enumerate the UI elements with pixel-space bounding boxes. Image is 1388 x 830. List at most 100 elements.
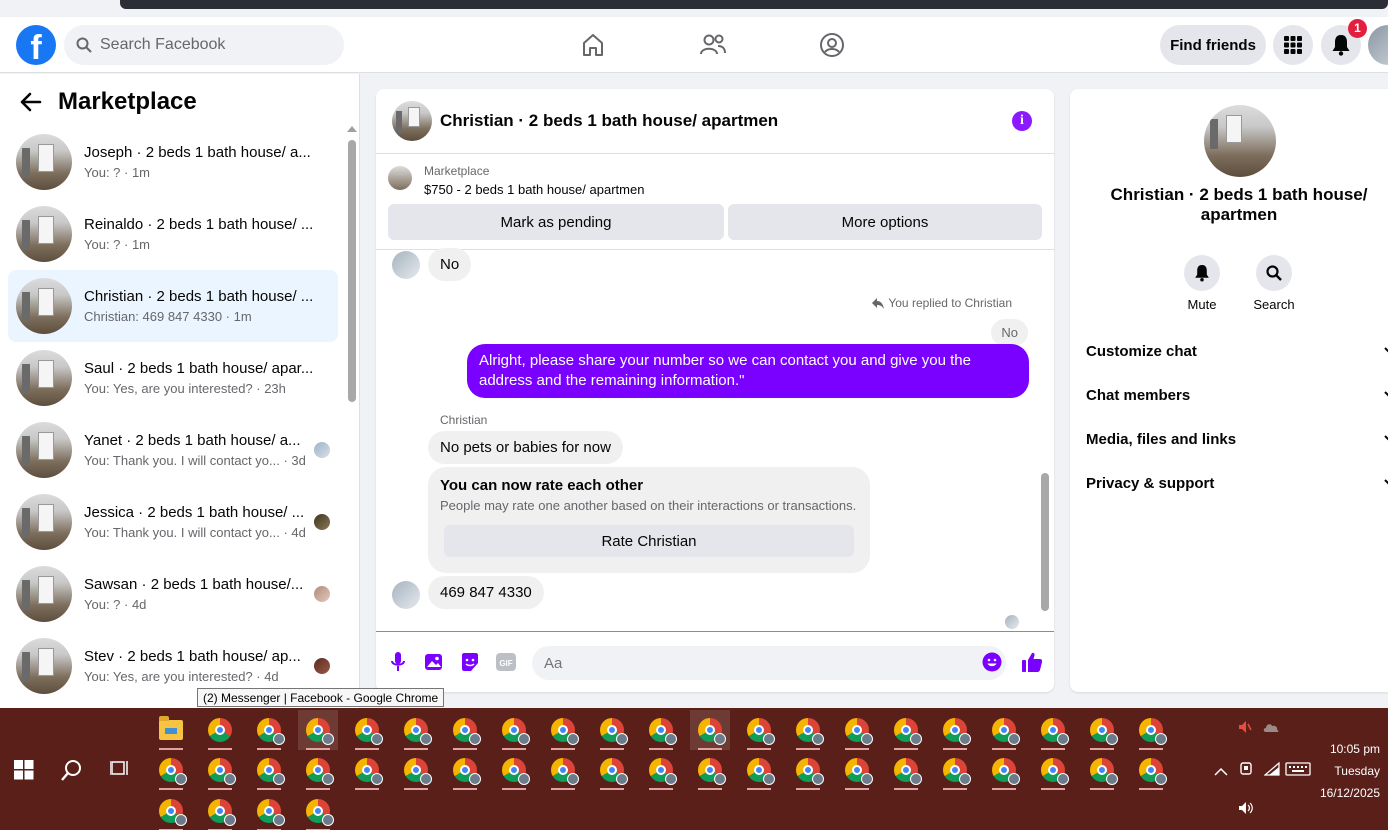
chrome-window-icon[interactable] (200, 710, 240, 750)
chrome-window-icon[interactable] (445, 750, 485, 790)
find-friends-button[interactable]: Find friends (1160, 25, 1266, 65)
conversation-item[interactable]: Saul · 2 beds 1 bath house/ apar... You: … (8, 342, 338, 414)
conversation-item[interactable]: Joseph · 2 beds 1 bath house/ a... You: ?… (8, 126, 338, 198)
windows-start-icon[interactable] (14, 760, 34, 785)
chrome-window-icon[interactable] (543, 750, 583, 790)
menu-grid-icon[interactable] (1273, 25, 1313, 65)
chrome-window-icon[interactable] (788, 710, 828, 750)
file-explorer-icon[interactable] (151, 710, 191, 750)
conversation-item[interactable]: Jessica · 2 beds 1 bath house/ ... You: T… (8, 486, 338, 558)
conversation-item-active[interactable]: Christian · 2 beds 1 bath house/ ... Chri… (8, 270, 338, 342)
chrome-window-icon[interactable] (739, 710, 779, 750)
media-files-links-row[interactable]: Media, files and links (1086, 419, 1388, 459)
chrome-window-icon[interactable] (1082, 750, 1122, 790)
chrome-window-icon[interactable] (641, 750, 681, 790)
search-in-chat-button[interactable]: Search (1244, 255, 1304, 312)
chrome-window-icon[interactable] (249, 750, 289, 790)
chrome-window-icon[interactable] (641, 710, 681, 750)
emoji-icon[interactable] (980, 650, 1004, 674)
chrome-window-icon[interactable] (739, 750, 779, 790)
rate-christian-button[interactable]: Rate Christian (444, 525, 854, 557)
photo-icon[interactable] (422, 650, 446, 674)
chrome-window-icon[interactable] (690, 750, 730, 790)
more-options-button[interactable]: More options (728, 204, 1042, 240)
speaker-muted-icon[interactable] (1238, 720, 1252, 739)
device-icon[interactable] (1239, 761, 1253, 782)
chrome-window-icon[interactable] (298, 750, 338, 790)
volume-icon[interactable] (1238, 801, 1256, 820)
chrome-window-icon[interactable] (200, 750, 240, 790)
keyboard-icon[interactable] (1285, 762, 1311, 781)
home-icon[interactable] (577, 29, 609, 61)
chrome-window-icon[interactable] (445, 710, 485, 750)
conversation-item[interactable]: Yanet · 2 beds 1 bath house/ a... You: Th… (8, 414, 338, 486)
chrome-window-icon[interactable] (1033, 750, 1073, 790)
chrome-window-icon[interactable] (837, 750, 877, 790)
chrome-window-icon[interactable] (347, 750, 387, 790)
profile-icon[interactable] (816, 29, 848, 61)
conversation-item[interactable]: Reinaldo · 2 beds 1 bath house/ ... You: … (8, 198, 338, 270)
info-icon[interactable]: i (1012, 111, 1032, 131)
chrome-window-icon[interactable] (1131, 710, 1171, 750)
chrome-window-icon[interactable] (935, 750, 975, 790)
chrome-window-icon[interactable] (1131, 750, 1171, 790)
chat-title[interactable]: Christian · 2 beds 1 bath house/ apartme… (440, 111, 778, 131)
message-input[interactable] (544, 654, 964, 672)
cloud-icon[interactable] (1262, 720, 1280, 738)
chrome-window-icon[interactable] (1033, 710, 1073, 750)
chrome-window-icon[interactable] (788, 750, 828, 790)
scroll-up-arrow[interactable] (347, 126, 357, 132)
mark-as-pending-button[interactable]: Mark as pending (388, 204, 724, 240)
friends-icon[interactable] (697, 29, 729, 61)
chat-members-row[interactable]: Chat members (1086, 375, 1388, 415)
chat-scrollbar[interactable] (1040, 257, 1050, 625)
back-arrow-icon[interactable] (20, 92, 42, 112)
chrome-window-icon[interactable] (592, 710, 632, 750)
microphone-icon[interactable] (386, 650, 410, 674)
chrome-window-icon[interactable] (1082, 710, 1122, 750)
message-input-box[interactable] (532, 646, 1006, 680)
gif-icon[interactable]: GIF (494, 650, 518, 674)
chrome-window-icon[interactable] (886, 710, 926, 750)
chrome-window-icon[interactable] (396, 710, 436, 750)
chat-avatar[interactable] (392, 101, 432, 141)
chrome-window-icon[interactable] (151, 750, 191, 790)
chrome-window-icon[interactable] (494, 750, 534, 790)
chrome-window-icon[interactable] (837, 710, 877, 750)
customize-chat-row[interactable]: Customize chat (1086, 331, 1388, 371)
info-avatar[interactable] (1204, 105, 1276, 177)
scrollbar-thumb[interactable] (348, 140, 356, 402)
chrome-window-icon[interactable] (200, 791, 240, 830)
conversation-item[interactable]: Sawsan · 2 beds 1 bath house/... You: ? ·… (8, 558, 338, 630)
search-box[interactable] (64, 25, 344, 65)
chrome-window-icon[interactable] (494, 710, 534, 750)
chrome-window-icon[interactable] (984, 750, 1024, 790)
chrome-window-icon[interactable] (984, 710, 1024, 750)
chrome-window-icon[interactable] (592, 750, 632, 790)
chrome-window-icon[interactable] (543, 710, 583, 750)
taskbar-search-icon[interactable] (60, 758, 84, 787)
chrome-window-icon[interactable] (298, 791, 338, 830)
account-avatar[interactable] (1368, 25, 1388, 65)
chrome-window-icon[interactable] (886, 750, 926, 790)
chrome-window-icon[interactable] (396, 750, 436, 790)
chrome-window-icon[interactable] (151, 791, 191, 830)
task-view-icon[interactable] (109, 758, 130, 783)
sticker-icon[interactable] (458, 650, 482, 674)
privacy-support-row[interactable]: Privacy & support (1086, 463, 1388, 503)
taskbar-clock[interactable]: 10:05 pm Tuesday 16/12/2025 (1320, 738, 1380, 804)
listing-title[interactable]: $750 - 2 beds 1 bath house/ apartmen (424, 182, 644, 197)
chrome-window-icon[interactable] (690, 710, 730, 750)
like-icon[interactable] (1020, 650, 1044, 674)
chrome-window-icon[interactable] (298, 710, 338, 750)
scrollbar-thumb[interactable] (1041, 473, 1049, 611)
wifi-icon[interactable] (1263, 761, 1280, 781)
chrome-window-icon[interactable] (249, 710, 289, 750)
notifications-button[interactable]: 1 (1321, 19, 1367, 65)
facebook-logo-icon[interactable]: f (16, 25, 56, 65)
mute-button[interactable]: Mute (1172, 255, 1232, 312)
sidebar-scrollbar[interactable] (346, 126, 357, 706)
search-input[interactable] (100, 36, 320, 54)
chevron-up-icon[interactable] (1214, 764, 1228, 782)
chrome-window-icon[interactable] (347, 710, 387, 750)
